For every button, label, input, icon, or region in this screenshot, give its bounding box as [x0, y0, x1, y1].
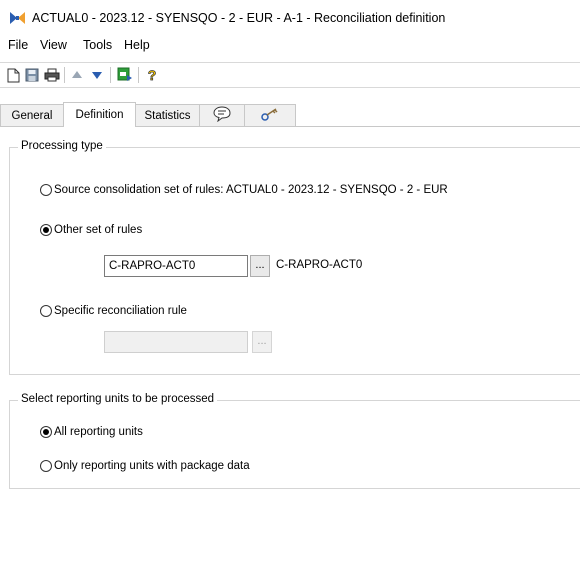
reporting-units-group: Select reporting units to be processed [9, 393, 580, 489]
bowtie-app-icon [9, 11, 26, 25]
reporting-units-legend: Select reporting units to be processed [18, 393, 218, 405]
key-icon [261, 107, 279, 124]
source-rules-label: Source consolidation set of rules: ACTUA… [54, 184, 448, 196]
processing-type-legend: Processing type [18, 140, 106, 152]
other-rules-browse-button[interactable]: ... [250, 255, 270, 277]
tab-statistics-label: Statistics [144, 109, 191, 122]
tab-general[interactable]: General [0, 104, 64, 126]
tab-definition[interactable]: Definition [63, 102, 136, 127]
tab-statistics[interactable]: Statistics [135, 104, 200, 126]
other-rules-field[interactable]: C-RAPRO-ACT0 [104, 255, 248, 277]
menu-file[interactable]: File [8, 38, 28, 52]
toolbar-separator [110, 67, 111, 83]
window-title: ACTUAL0 - 2023.12 - SYENSQO - 2 - EUR - … [32, 11, 446, 25]
svg-text:?: ? [148, 67, 157, 83]
print-icon[interactable] [43, 66, 61, 84]
other-rules-radio[interactable] [40, 224, 52, 236]
other-rules-label: Other set of rules [54, 224, 143, 236]
run-icon[interactable] [116, 66, 134, 84]
specific-rule-option[interactable]: Specific reconciliation rule [40, 305, 187, 317]
toolbar-separator [138, 67, 139, 83]
tab-general-label: General [11, 109, 53, 122]
all-units-option[interactable]: All reporting units [40, 426, 143, 438]
menu-tools[interactable]: Tools [83, 38, 112, 52]
specific-rule-radio[interactable] [40, 305, 52, 317]
source-rules-option[interactable]: Source consolidation set of rules: ACTUA… [40, 184, 448, 196]
package-units-label: Only reporting units with package data [54, 460, 250, 472]
package-units-radio[interactable] [40, 460, 52, 472]
all-units-radio[interactable] [40, 426, 52, 438]
arrow-down-icon[interactable] [88, 66, 106, 84]
other-rules-description: C-RAPRO-ACT0 [276, 259, 363, 271]
source-rules-radio[interactable] [40, 184, 52, 196]
tab-comments[interactable] [199, 104, 245, 126]
package-units-option[interactable]: Only reporting units with package data [40, 460, 250, 472]
menu-view[interactable]: View [40, 38, 67, 52]
other-rules-option[interactable]: Other set of rules [40, 224, 142, 236]
specific-rule-browse-button: ... [252, 331, 272, 353]
arrow-up-icon[interactable] [68, 66, 86, 84]
specific-rule-field [104, 331, 248, 353]
tab-definition-label: Definition [75, 109, 124, 121]
all-units-label: All reporting units [54, 426, 143, 438]
help-icon[interactable]: ? [143, 66, 161, 84]
title-bar: ACTUAL0 - 2023.12 - SYENSQO - 2 - EUR - … [0, 0, 580, 34]
toolbar: ? [0, 62, 580, 88]
specific-rule-label: Specific reconciliation rule [54, 305, 187, 317]
menu-help[interactable]: Help [124, 38, 150, 52]
tab-strip: General Definition Statistics [0, 102, 580, 127]
tab-security[interactable] [244, 104, 296, 126]
save-icon[interactable] [23, 66, 41, 84]
toolbar-separator [64, 67, 65, 83]
comment-bubble-icon [212, 106, 232, 125]
new-document-icon[interactable] [4, 66, 22, 84]
